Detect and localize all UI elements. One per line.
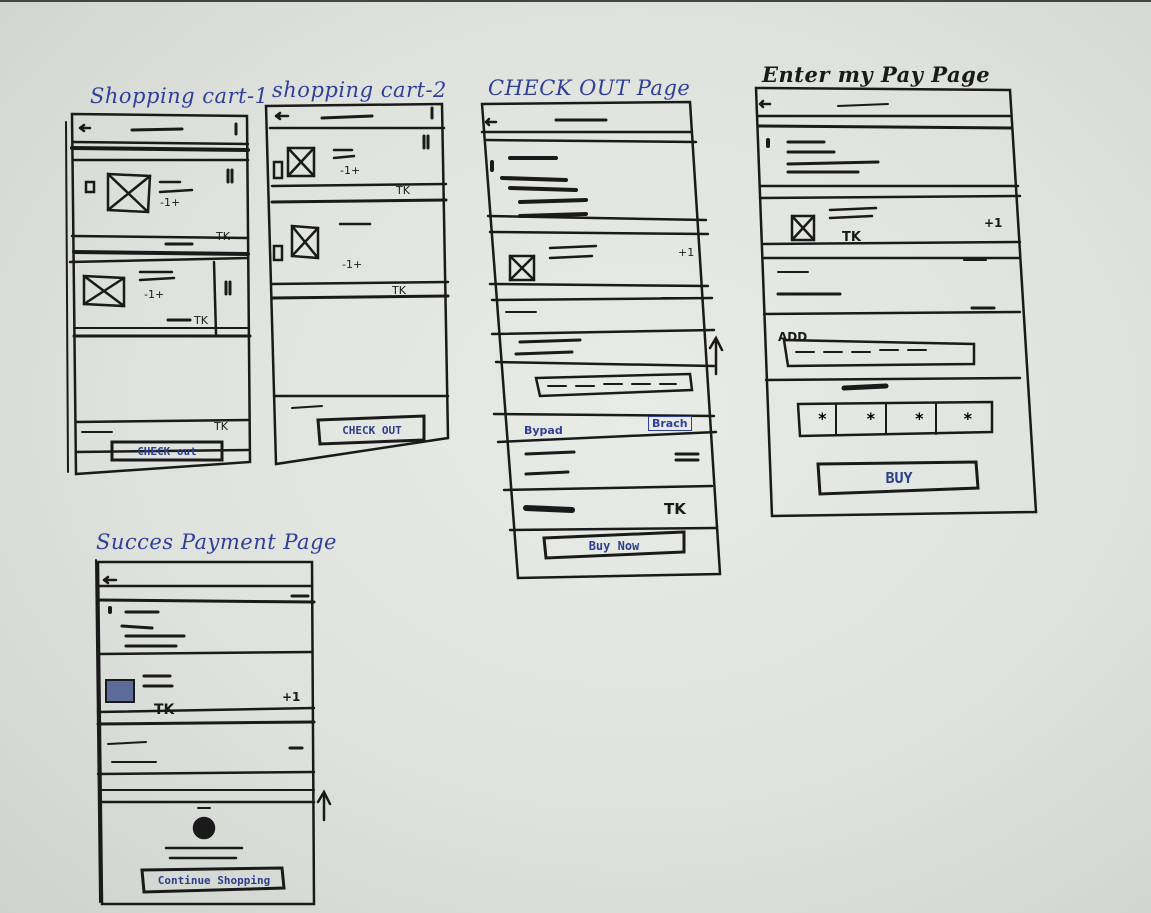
total-label: TK: [154, 702, 175, 718]
qty-stepper[interactable]: -1+: [340, 164, 360, 177]
success-sketch: [95, 559, 332, 906]
wireframe-success-payment-page: TK +1 Continue Shopping: [86, 558, 346, 910]
payment-option-link[interactable]: Brach: [648, 416, 692, 431]
checkout-button[interactable]: CHECK OUT: [320, 418, 424, 442]
whiteboard: Shopping cart-1 shopping cart-2 CHECK OU…: [0, 0, 1151, 913]
total-label: TK: [216, 230, 230, 243]
qty-stepper[interactable]: -1+: [342, 258, 362, 271]
payment-option-link[interactable]: Bypad: [524, 424, 563, 437]
scroll-up-arrow-icon: [708, 335, 724, 376]
back-arrow-icon: [274, 111, 290, 121]
qty-stepper[interactable]: -1+: [144, 288, 164, 301]
product-image-icon: [105, 679, 135, 703]
cart2-sketch: [264, 102, 450, 466]
wireframe-shopping-cart-1: -1+ -1+ TK TK TK CHECK out: [62, 102, 262, 487]
wireframe-checkout-page: +1 Bypad Brach TK Buy Now: [476, 98, 736, 588]
wireframe-shopping-cart-2: -1+ -1+ TK TK CHECK OUT: [262, 98, 462, 470]
total-label: TK: [664, 500, 686, 518]
total-label: TK: [214, 420, 228, 433]
back-arrow-icon: [78, 123, 92, 133]
qty-stepper[interactable]: -1+: [160, 196, 180, 209]
total-label: TK: [194, 314, 208, 327]
wireframe-enter-mypay-page: TK +1 ADD * * * * BUY: [748, 82, 1048, 527]
back-arrow-icon: [758, 99, 772, 109]
total-label: TK: [396, 184, 410, 197]
success-indicator-icon: [192, 816, 216, 840]
title-success-payment-page: Succes Payment Page: [96, 530, 337, 554]
pin-input[interactable]: * * * *: [798, 404, 992, 434]
total-label: TK: [392, 284, 406, 297]
back-arrow-icon: [484, 117, 498, 127]
pin-digit[interactable]: *: [944, 404, 993, 434]
mypay-sketch: [754, 86, 1038, 518]
pin-digit[interactable]: *: [798, 404, 847, 434]
title-checkout-page: CHECK OUT Page: [488, 76, 691, 100]
continue-shopping-button[interactable]: Continue Shopping: [144, 870, 284, 890]
qty-stepper[interactable]: +1: [678, 246, 694, 259]
scroll-up-arrow-icon: [316, 789, 332, 822]
qty-stepper[interactable]: +1: [282, 690, 300, 704]
checkout-sketch: [480, 100, 724, 580]
back-arrow-icon: [102, 575, 118, 585]
buy-button[interactable]: BUY: [820, 464, 978, 492]
buy-now-button[interactable]: Buy Now: [544, 536, 684, 556]
qty-stepper[interactable]: +1: [984, 216, 1002, 230]
checkout-button[interactable]: CHECK out: [112, 442, 222, 460]
total-label: TK: [842, 230, 861, 245]
add-number-input[interactable]: [784, 340, 974, 364]
pin-digit[interactable]: *: [847, 404, 896, 434]
pin-digit[interactable]: *: [895, 404, 944, 434]
